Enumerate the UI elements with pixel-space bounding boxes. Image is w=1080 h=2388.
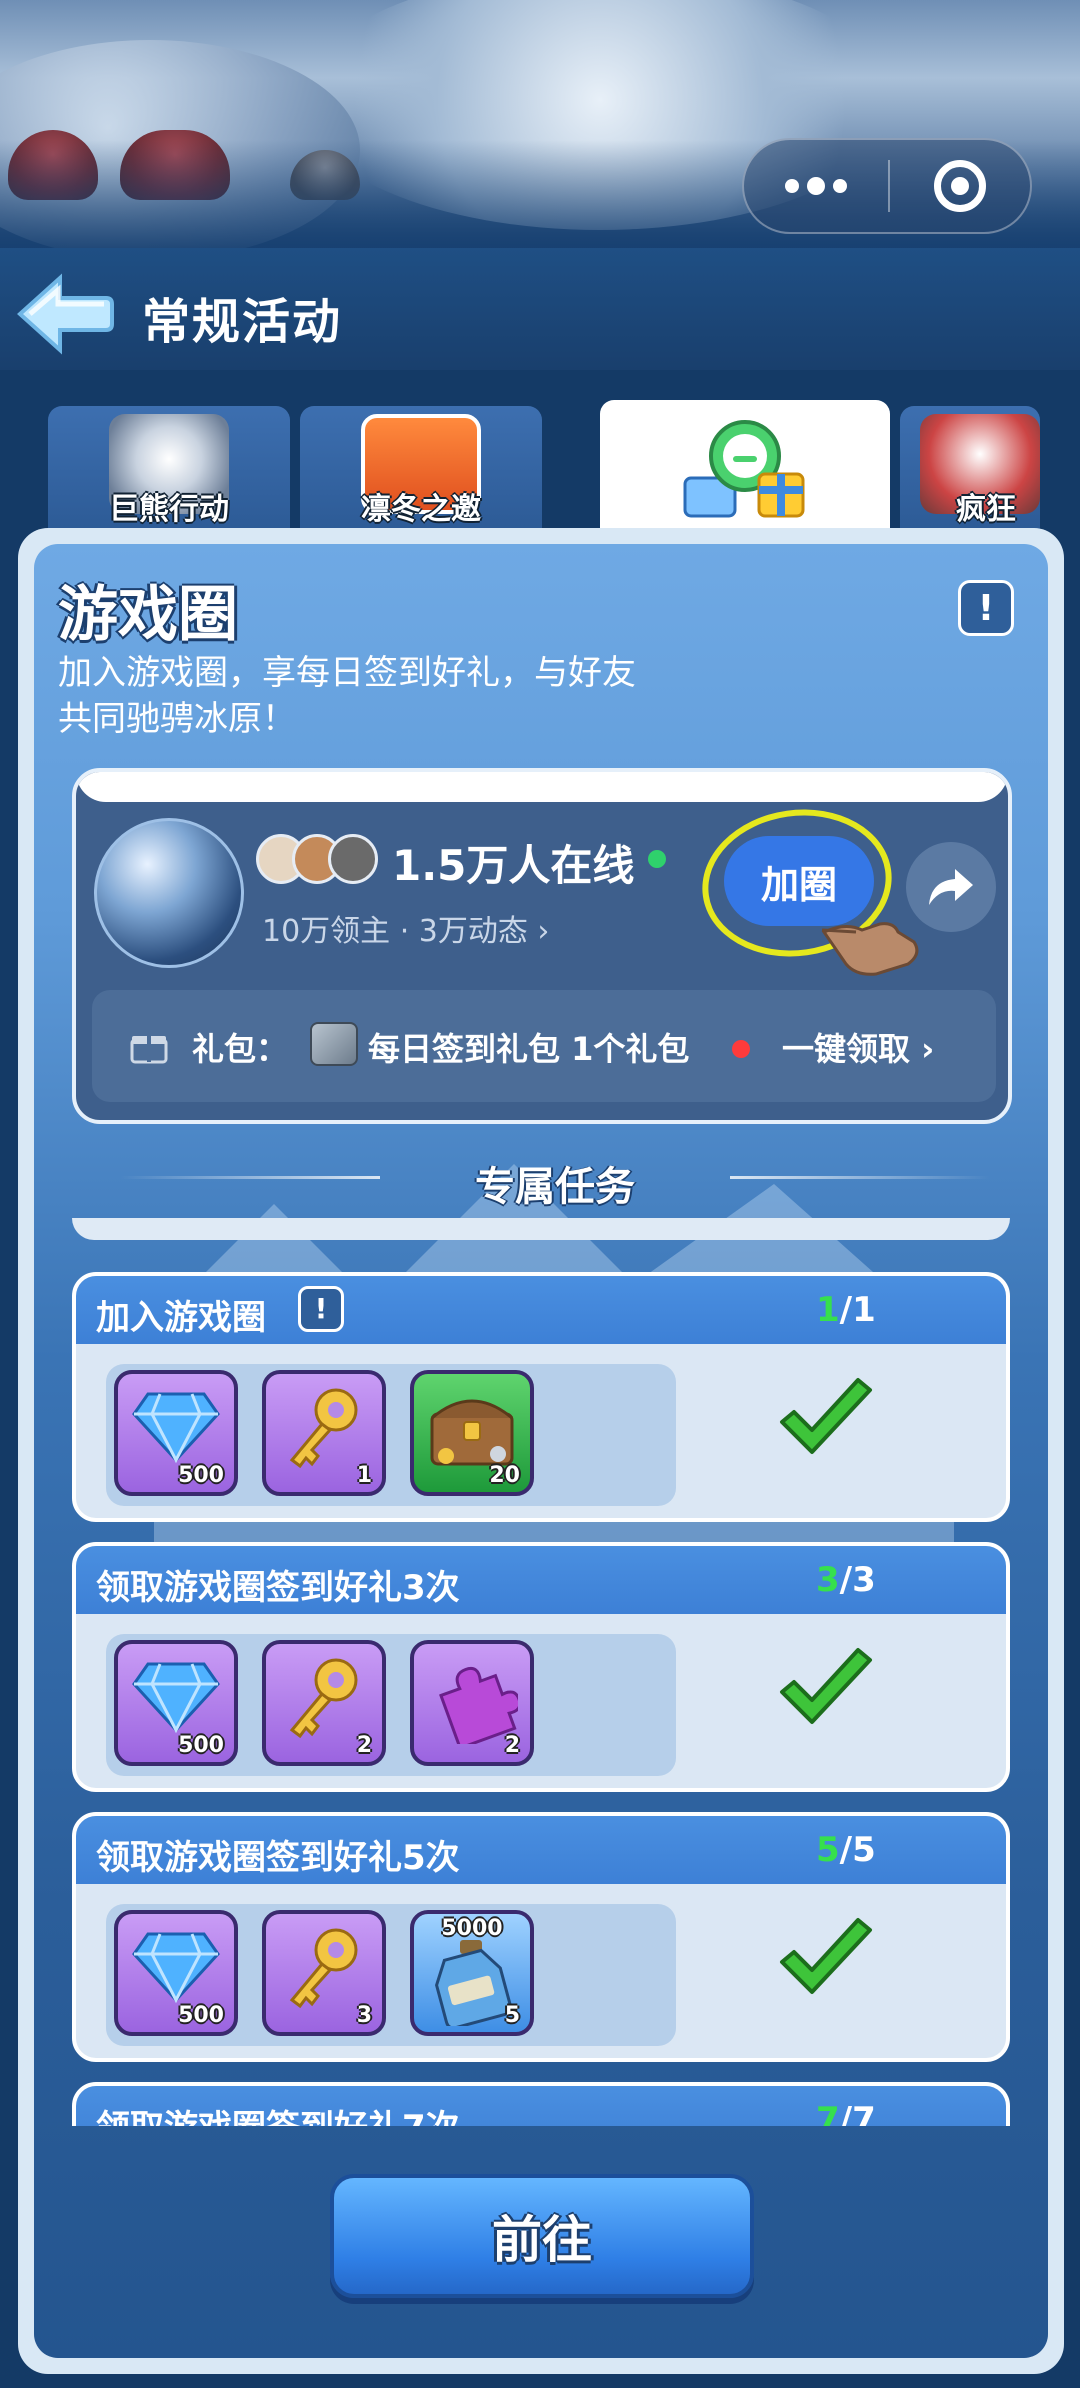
key-icon xyxy=(289,1928,358,2009)
reward-item[interactable]: 2 xyxy=(262,1640,386,1766)
task-progress: 3/3 xyxy=(816,1560,876,1600)
notification-dot xyxy=(732,1040,750,1058)
section-title: 专属任务 xyxy=(475,1164,635,1210)
completed-check-icon xyxy=(780,1918,872,1994)
diamond-icon xyxy=(132,1392,220,1464)
game-circle-avatar xyxy=(94,818,244,968)
gift-package-icon xyxy=(310,1022,358,1066)
close-miniprogram-button[interactable] xyxy=(890,140,1030,232)
reward-item[interactable]: 500 xyxy=(114,1640,238,1766)
tab-crazy[interactable]: 疯狂 xyxy=(900,406,1040,536)
task-name: 领取游戏圈签到好礼3次 xyxy=(96,1568,460,1608)
task-progress: 7/7 xyxy=(816,2100,876,2126)
miniprogram-capsule xyxy=(742,138,1032,234)
game-circle-card: 1.5万人在线 10万领主 · 3万动态 › 加圈 礼包： 每日签到礼包 1个礼… xyxy=(72,768,1012,1124)
panel-description: 加入游戏圈，享每日签到好礼，与好友共同驰骋冰原！ xyxy=(58,653,636,739)
online-count: 1.5万人在线 xyxy=(392,841,635,890)
tab-bear-operation[interactable]: 巨熊行动 xyxy=(48,406,290,536)
diamond-icon xyxy=(132,1662,220,1734)
go-button[interactable]: 前往 xyxy=(330,2174,754,2298)
chest-icon xyxy=(430,1399,514,1466)
completed-check-icon xyxy=(780,1378,872,1454)
gift-icon xyxy=(130,1036,168,1064)
tab-winter-invitation[interactable]: 凛冬之邀 xyxy=(300,406,542,536)
gift-bar: 礼包： 每日签到礼包 1个礼包 一键领取 › xyxy=(92,990,996,1102)
share-icon xyxy=(929,869,973,905)
page-title: 常规活动 xyxy=(142,294,343,350)
task-name: 领取游戏圈签到好礼7次 xyxy=(96,2100,460,2126)
pointing-hand-icon xyxy=(821,922,919,976)
close-icon xyxy=(934,160,986,212)
diamond-icon xyxy=(132,1932,220,2004)
task-card: 领取游戏圈签到好礼7次 7/7 xyxy=(72,2082,1010,2126)
panel-title: 游戏圈 xyxy=(58,580,238,650)
task-name: 加入游戏圈 xyxy=(96,1298,266,1338)
info-button[interactable]: ! xyxy=(958,580,1014,636)
reward-item[interactable]: 20 xyxy=(410,1370,534,1496)
gift-description: 每日签到礼包 1个礼包 xyxy=(368,1030,690,1068)
reward-item[interactable]: 500 xyxy=(114,1910,238,2036)
reward-item[interactable]: 3 xyxy=(262,1910,386,2036)
reward-item[interactable]: 5000 5 xyxy=(410,1910,534,2036)
activity-tabs: 巨熊行动 凛冬之邀 疯狂 xyxy=(48,400,1040,538)
reward-item[interactable]: 500 xyxy=(114,1370,238,1496)
reward-item[interactable]: 2 xyxy=(410,1640,534,1766)
claim-all-button[interactable]: 一键领取 › xyxy=(782,1024,934,1070)
share-button[interactable] xyxy=(906,842,996,932)
task-name: 领取游戏圈签到好礼5次 xyxy=(96,1838,460,1878)
key-icon xyxy=(289,1388,358,1469)
section-header: 专属任务 xyxy=(100,1146,1010,1210)
more-menu-button[interactable] xyxy=(744,140,888,232)
puzzle-icon xyxy=(439,1666,518,1744)
task-card: 领取游戏圈签到好礼5次 5/5 500 3 5000 5 xyxy=(72,1812,1010,2062)
key-icon xyxy=(289,1658,358,1739)
circle-stats-link[interactable]: 10万领主 · 3万动态 › xyxy=(262,906,549,950)
online-dot-icon xyxy=(648,850,666,868)
game-circle-icon xyxy=(683,420,805,518)
reward-item[interactable]: 1 xyxy=(262,1370,386,1496)
task-progress: 5/5 xyxy=(816,1830,876,1870)
tab-game-circle[interactable] xyxy=(600,400,890,538)
member-avatars xyxy=(256,834,386,890)
back-button[interactable] xyxy=(14,272,114,356)
task-card: 加入游戏圈 ! 1/1 500 1 20 xyxy=(72,1272,1010,1522)
task-progress: 1/1 xyxy=(816,1290,876,1330)
back-arrow-icon xyxy=(17,273,114,355)
exclamation-icon: ! xyxy=(977,587,995,629)
task-info-button[interactable]: ! xyxy=(298,1286,344,1332)
completed-check-icon xyxy=(780,1648,872,1724)
task-card: 领取游戏圈签到好礼3次 3/3 500 2 2 xyxy=(72,1542,1010,1792)
task-list[interactable]: 加入游戏圈 ! 1/1 500 1 20 领取游戏圈签到好礼3次 3/3 500… xyxy=(72,1218,1010,2126)
